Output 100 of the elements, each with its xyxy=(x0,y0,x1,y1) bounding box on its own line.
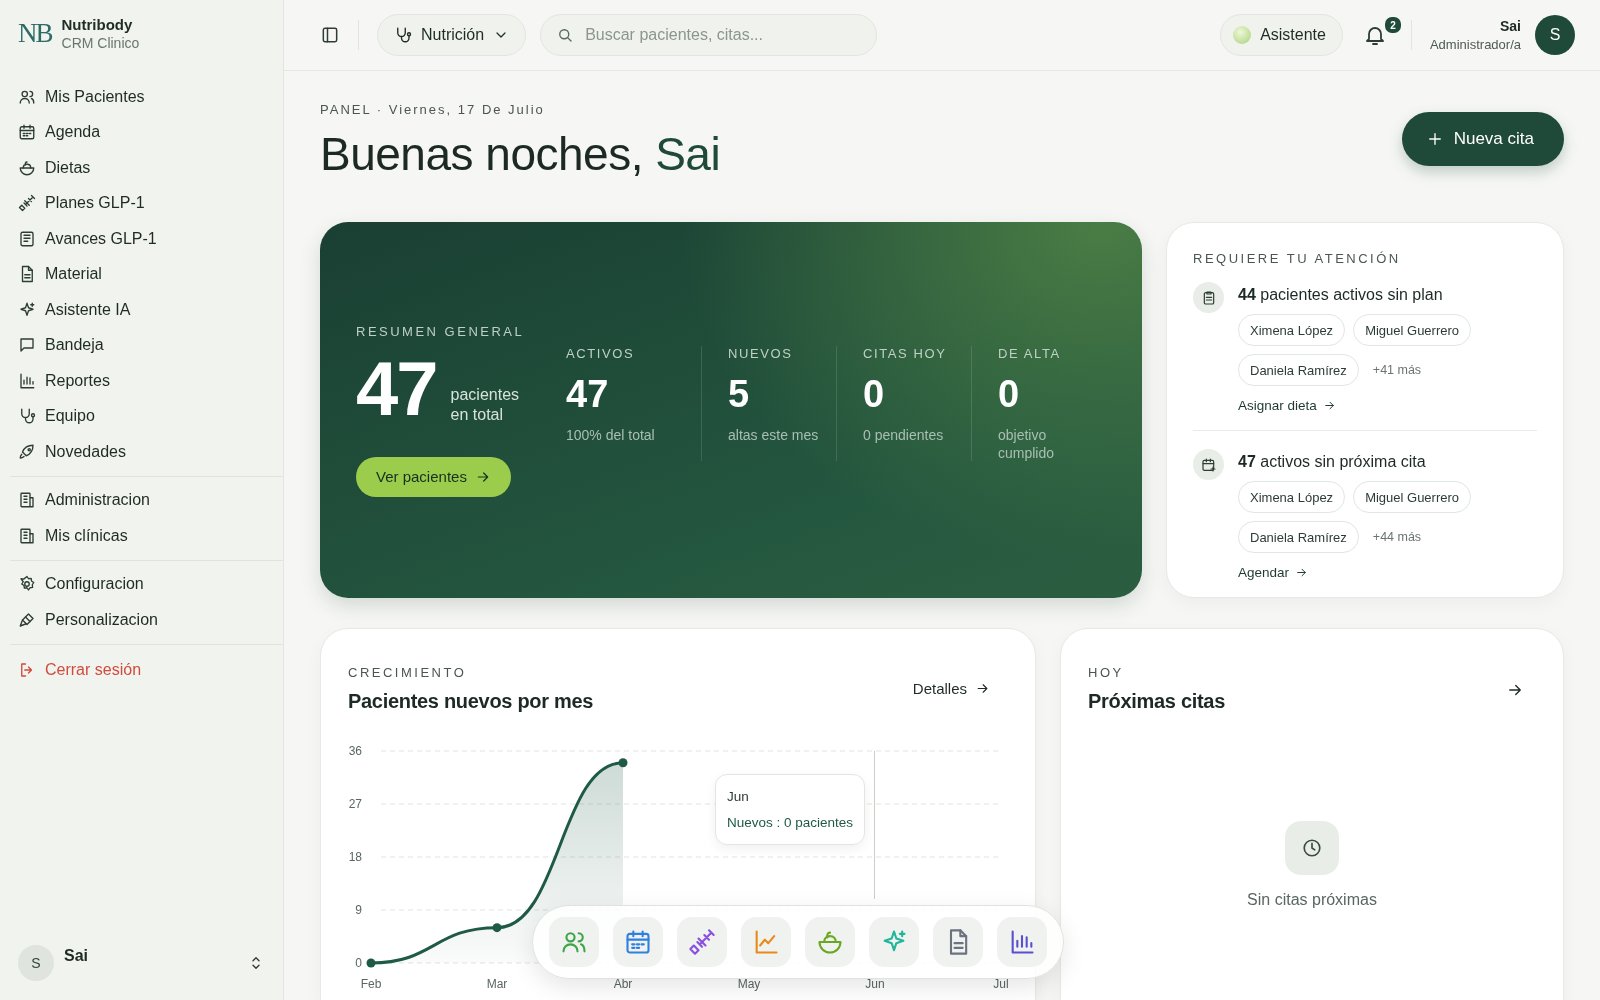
sidebar-item[interactable]: Asistente IA xyxy=(10,292,283,328)
stat-caption: objetivo cumplido xyxy=(998,425,1056,462)
sidebar-item[interactable]: Bandeja xyxy=(10,327,283,363)
sidebar-item[interactable]: Mis Pacientes xyxy=(10,79,283,115)
tooltip-title: Jun xyxy=(727,789,750,804)
section-label: HOY xyxy=(1088,665,1125,680)
sidebar-item[interactable]: Mis clínicas xyxy=(10,518,283,554)
sidebar-item[interactable]: Planes GLP-1 xyxy=(10,185,283,221)
bar-chart-icon xyxy=(18,371,36,390)
dock-button[interactable] xyxy=(997,917,1047,967)
more-count: +44 más xyxy=(1371,530,1422,544)
sidebar-item[interactable]: Material xyxy=(10,256,283,292)
stat-value: 0 xyxy=(863,372,886,416)
details-link[interactable]: Detalles xyxy=(912,680,990,697)
stat-caption: 100% del total xyxy=(566,425,656,444)
dock-button[interactable] xyxy=(805,917,855,967)
brush-icon xyxy=(18,610,36,629)
data-point xyxy=(492,923,502,933)
dock-button[interactable] xyxy=(677,917,727,967)
sidebar-item[interactable]: Avances GLP-1 xyxy=(10,221,283,257)
y-tick-label: 0 xyxy=(355,956,362,970)
building-icon xyxy=(18,491,36,510)
action-link[interactable]: Agendar xyxy=(1238,565,1309,580)
section-title: REQUIERE TU ATENCIÓN xyxy=(1193,251,1402,266)
alert-title: 44 pacientes activos sin plan xyxy=(1238,286,1444,304)
dock-button[interactable] xyxy=(613,917,663,967)
breadcrumb: PANEL · Viernes, 17 De Julio xyxy=(320,102,546,117)
view-patients-button[interactable]: Ver pacientes xyxy=(356,456,511,497)
brand-name: Nutribody xyxy=(61,16,134,33)
logout-link[interactable]: Cerrar sesión xyxy=(10,652,283,688)
greeting-heading: Buenas noches, Sai xyxy=(320,127,721,181)
sidebar-item[interactable]: Administracion xyxy=(10,482,283,518)
arrow-icon xyxy=(1295,566,1309,579)
specialty-dropdown[interactable]: Nutrición xyxy=(377,14,527,56)
assistant-button[interactable]: Asistente xyxy=(1220,14,1343,56)
data-point xyxy=(366,958,376,968)
y-tick-label: 27 xyxy=(348,797,362,811)
x-tick-label: Jul xyxy=(993,977,1009,991)
dock-button[interactable] xyxy=(741,917,791,967)
new-appointment-button[interactable]: Nueva cita xyxy=(1401,111,1564,166)
stat-label: NUEVOS xyxy=(728,345,794,361)
stat-value: 5 xyxy=(728,372,751,416)
x-tick-label: Abr xyxy=(613,977,633,991)
y-tick-label: 18 xyxy=(348,850,362,864)
total-count: 47 xyxy=(356,350,437,427)
y-tick-label: 36 xyxy=(348,744,362,758)
x-tick-label: Mar xyxy=(486,977,508,991)
user-name: Sai xyxy=(1499,18,1521,34)
stat-caption: altas este mes xyxy=(728,425,820,444)
calendar-plus-icon xyxy=(1200,456,1217,473)
settings-icon xyxy=(18,575,36,594)
clock-icon xyxy=(1301,837,1323,859)
alert-title: 47 activos sin próxima cita xyxy=(1238,453,1427,471)
arrow-icon xyxy=(1322,399,1336,412)
x-tick-label: Jun xyxy=(865,977,885,991)
panel-icon xyxy=(320,25,340,45)
search-field[interactable]: Buscar pacientes, citas... xyxy=(540,14,878,56)
arrow-icon xyxy=(975,681,990,696)
stethoscope-icon xyxy=(18,407,36,426)
sidebar-item[interactable]: Novedades xyxy=(10,434,283,470)
stat-label: CITAS HOY xyxy=(863,345,948,361)
user-role: Administrador/a xyxy=(1429,37,1521,52)
stat-label: DE ALTA xyxy=(998,345,1062,361)
sidebar-item[interactable]: Personalizacion xyxy=(10,602,283,638)
dock-button[interactable] xyxy=(549,917,599,967)
stethoscope-icon xyxy=(394,26,412,44)
stat-value: 0 xyxy=(998,372,1021,416)
user-avatar: S xyxy=(18,945,54,981)
x-tick-label: May xyxy=(737,977,761,991)
data-point xyxy=(618,758,628,768)
brand-logo: NB xyxy=(18,18,52,49)
sidebar-item[interactable]: Dietas xyxy=(10,150,283,186)
summary-label: RESUMEN GENERAL xyxy=(356,323,526,339)
section-label: CRECIMIENTO xyxy=(348,665,468,680)
action-link[interactable]: Asignar dieta xyxy=(1238,398,1336,413)
sidebar-item[interactable]: Agenda xyxy=(10,114,283,150)
sidebar-toggle-button[interactable] xyxy=(320,25,340,45)
tooltip-value: Nuevos : 0 pacientes xyxy=(727,815,854,830)
dock-button[interactable] xyxy=(869,917,919,967)
status-dot xyxy=(1233,26,1252,44)
stat-caption: 0 pendientes xyxy=(863,425,945,444)
user-avatar[interactable]: S xyxy=(1535,15,1575,55)
bowl-icon xyxy=(18,158,36,177)
y-tick-label: 9 xyxy=(355,903,362,917)
rocket-icon xyxy=(18,442,36,461)
total-caption: pacientes en total xyxy=(450,384,521,425)
user-name: Sai xyxy=(64,947,89,965)
chart-title: Pacientes nuevos por mes xyxy=(348,690,594,713)
dock-button[interactable] xyxy=(933,917,983,967)
building-icon xyxy=(18,526,36,545)
calendar-icon xyxy=(624,928,652,956)
sidebar-item[interactable]: Reportes xyxy=(10,363,283,399)
sidebar-item[interactable]: Equipo xyxy=(10,398,283,434)
calendar-icon xyxy=(18,123,36,142)
brand-subtitle: CRM Clinico xyxy=(61,35,140,51)
sidebar-item[interactable]: Configuracion xyxy=(10,566,283,602)
empty-state-text: Sin citas próximas xyxy=(1247,891,1377,909)
section-title: Próximas citas xyxy=(1088,690,1225,713)
notification-badge: 2 xyxy=(1382,15,1403,35)
sparkle-icon xyxy=(18,300,36,319)
